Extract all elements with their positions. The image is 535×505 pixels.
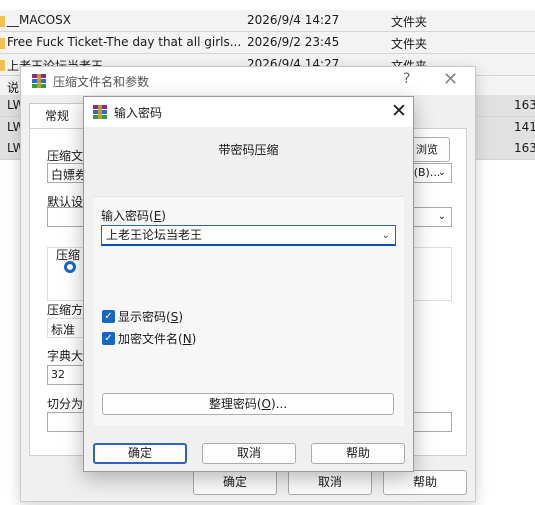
file-type: 文件夹 [391,15,428,29]
ok-button[interactable]: 确定 [93,443,187,464]
close-icon[interactable]: ✕ [443,69,458,90]
help-button[interactable]: 帮助 [311,443,405,464]
winrar-icon [32,74,46,88]
archive-cancel-button[interactable]: 取消 [288,470,372,495]
file-type: 文件夹 [391,37,428,51]
dialog-title: 压缩文件名和参数 [53,75,150,89]
show-password-label[interactable]: 显示密码(S) [118,308,183,325]
dialog-titlebar: 压缩文件名和参数 ? ✕ [21,67,475,95]
file-date: 2026/9/4 14:27 [247,13,340,27]
close-icon[interactable]: ✕ [391,100,407,122]
folder-icon [0,60,5,71]
file-date: 2026/9/2 23:45 [247,35,340,49]
split-label: 切分为 [47,397,84,411]
encrypt-filenames-label[interactable]: 加密文件名(N) [118,330,196,347]
encrypt-filenames-checkbox[interactable]: ✓ [102,332,115,345]
archive-name-value: 白嫖券 [51,168,88,182]
file-name: 说 [7,81,20,95]
folder-icon [0,16,5,27]
rar-radio[interactable] [64,261,76,273]
method-field[interactable]: 标准 [47,318,87,338]
password-combobox[interactable]: 上老王论坛当老王 ⌄ [101,225,396,246]
enter-password-dialog: 输入密码 ✕ 带密码压缩 输入密码(E) 上老王论坛当老王 ⌄ ✓ 显示密码(S… [83,96,414,472]
archive-help-button[interactable]: 帮助 [383,470,467,495]
show-password-checkbox[interactable]: ✓ [102,310,115,323]
dialog-title: 输入密码 [114,106,163,120]
archive-name-label: 压缩文 [47,149,84,163]
file-name: Free Fuck Ticket-The day that all girls.… [7,35,242,49]
tab-general[interactable]: 常规 [29,103,85,129]
dict-label: 字典大 [47,349,84,363]
split-field[interactable] [47,412,87,432]
file-row[interactable]: __MACOSX 2026/9/4 14:27 文件夹 [0,10,535,32]
help-icon[interactable]: ? [403,71,410,87]
method-label: 压缩方 [47,303,84,317]
file-size: 163, [514,141,535,155]
password-value: 上老王论坛当老王 [106,228,203,242]
winrar-icon [93,105,107,119]
cancel-button[interactable]: 取消 [202,443,296,464]
file-row[interactable]: Free Fuck Ticket-The day that all girls.… [0,32,535,54]
dict-field[interactable]: 32 [47,365,87,385]
file-name: __MACOSX [7,13,72,27]
dialog-heading: 带密码压缩 [218,143,279,157]
folder-icon [0,38,5,49]
chevron-down-icon: ⌄ [437,211,446,222]
file-size: 141, [514,120,535,134]
password-label: 输入密码(E) [101,209,166,223]
chevron-down-icon[interactable]: ⌄ [382,227,390,245]
organize-passwords-button[interactable]: 整理密码(O)... [102,393,394,415]
archive-ok-button[interactable]: 确定 [193,470,277,495]
dialog-titlebar: 输入密码 ✕ [84,97,413,127]
file-size: 163, [514,98,535,112]
